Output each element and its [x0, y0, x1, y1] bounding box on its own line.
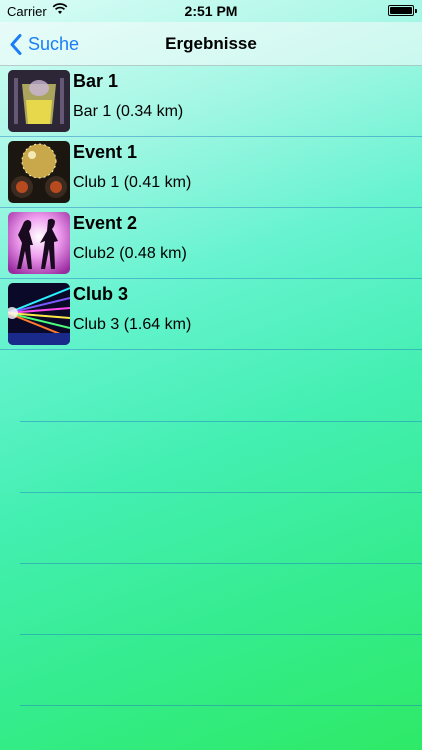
- clock: 2:51 PM: [184, 3, 238, 19]
- item-detail: Club 3 (1.64 km): [73, 316, 192, 333]
- item-detail: Club2 (0.48 km): [73, 245, 187, 262]
- empty-row-separator: [20, 492, 422, 493]
- navigation-bar: Suche Ergebnisse: [0, 22, 422, 66]
- item-title: Event 2: [73, 213, 138, 233]
- results-list: Bar 1 Bar 1 (0.34 km) Event 1 Club 1 (0.…: [0, 66, 422, 350]
- bar-photo-icon: [8, 70, 70, 132]
- list-item[interactable]: Event 2 Club2 (0.48 km): [0, 208, 422, 279]
- laser-photo-icon: [8, 283, 70, 345]
- empty-row-separator: [20, 421, 422, 422]
- page-title: Ergebnisse: [165, 34, 257, 53]
- item-title: Event 1: [73, 142, 138, 162]
- list-item[interactable]: Bar 1 Bar 1 (0.34 km): [0, 66, 422, 137]
- list-item[interactable]: Club 3 Club 3 (1.64 km): [0, 279, 422, 350]
- item-detail: Club 1 (0.41 km): [73, 174, 192, 191]
- empty-row-separator: [20, 705, 422, 706]
- battery-icon: [388, 5, 417, 16]
- item-title: Club 3: [73, 284, 129, 304]
- status-bar: Carrier 2:51 PM: [0, 0, 422, 22]
- empty-row-separator: [20, 634, 422, 635]
- item-detail: Bar 1 (0.34 km): [73, 103, 184, 120]
- empty-row-separator: [20, 563, 422, 564]
- disco-ball-photo-icon: [8, 141, 70, 203]
- item-title: Bar 1: [73, 71, 119, 91]
- list-item[interactable]: Event 1 Club 1 (0.41 km): [0, 137, 422, 208]
- dancers-photo-icon: [8, 212, 70, 274]
